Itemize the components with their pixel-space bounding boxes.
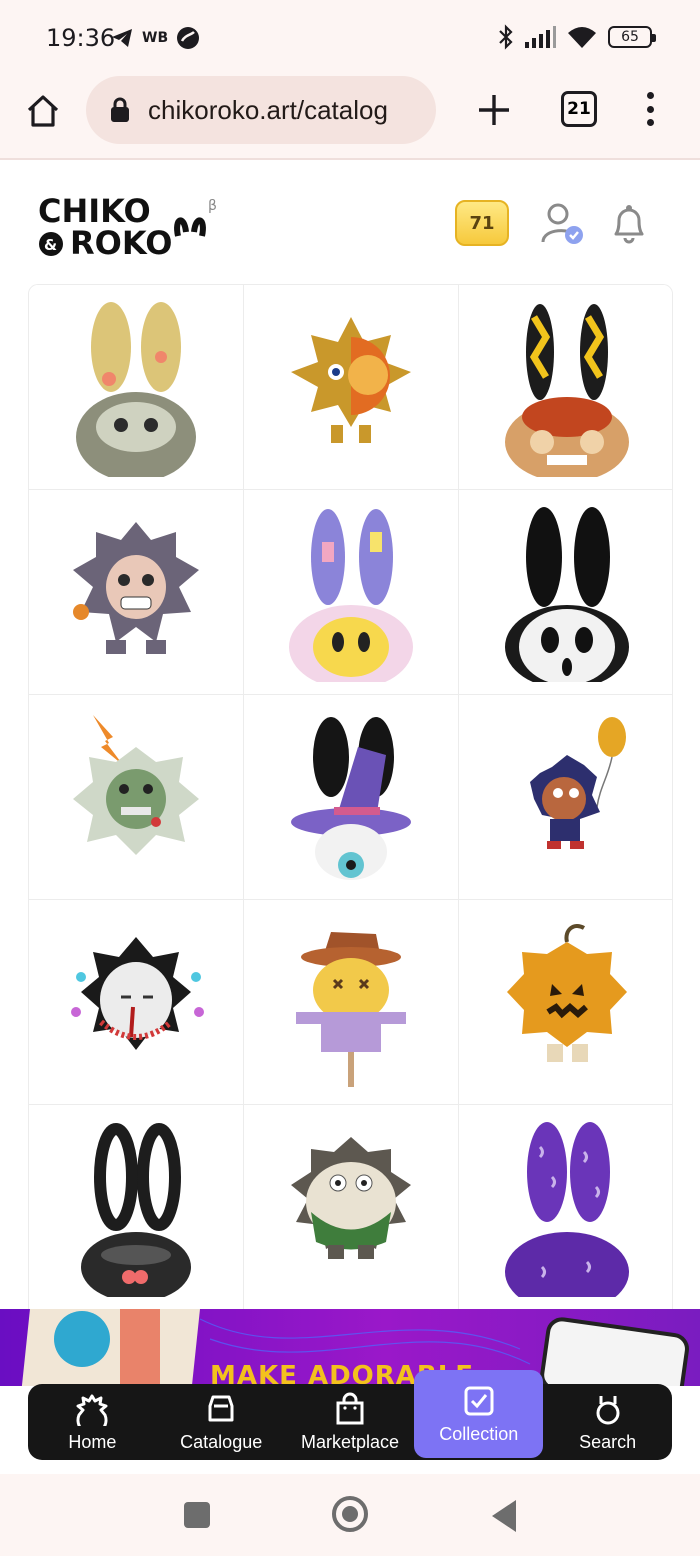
catalog-item[interactable] [459,285,672,490]
browser-home-button[interactable] [22,90,64,132]
catalog-item[interactable] [244,900,459,1105]
more-vert-icon[interactable] [640,92,660,126]
purple-pattern-bunny-toy [504,1122,629,1297]
status-time: 19:36 [46,24,116,52]
android-home-button[interactable] [332,1496,368,1532]
bluetooth-icon [499,24,513,50]
back-button[interactable] [492,1500,516,1532]
svg-text:&: & [44,236,57,254]
black-bunny-red-heart-toy [81,1123,191,1297]
catalog-item[interactable] [29,695,244,900]
tabs-button[interactable]: 21 [561,91,597,127]
new-tab-button[interactable] [474,90,514,130]
bottom-nav-wrap: Home Catalogue Marketplace Collection Se… [0,1370,700,1474]
home-icon [27,95,59,127]
golden-sun-half-skull-toy [291,317,411,443]
nav-collection[interactable]: Collection [414,1370,544,1458]
nav-search-label: Search [579,1431,637,1452]
pastel-smiley-bunny-toy [289,509,413,682]
lock-icon [111,97,129,122]
site-header: CHIKO & ROKO β 71 [0,160,700,284]
url-bar[interactable]: chikoroko.art/catalog [86,76,436,144]
catalog-grid [28,284,673,1310]
nav-search[interactable]: Search [543,1384,672,1460]
catalog-item[interactable] [244,1105,459,1310]
lightning-zombie-toy [73,715,199,855]
catalog-item[interactable] [459,490,672,695]
wifi-icon [568,27,596,48]
status-left-icons: WB [110,26,200,50]
coin-badge[interactable]: 71 [455,200,509,246]
nav-catalogue[interactable]: Catalogue [157,1384,286,1460]
bottom-nav: Home Catalogue Marketplace Collection Se… [28,1370,672,1460]
nav-catalogue-label: Catalogue [180,1431,263,1452]
home-hedgehog-icon [76,1394,108,1426]
bloody-tear-white-toy [71,937,204,1050]
promo-banner[interactable]: MAKE ADORABLE [0,1309,700,1389]
collection-check-icon [464,1386,494,1415]
telegram-icon [112,29,132,47]
catalog-item[interactable] [459,1105,672,1310]
catalogue-icon [208,1395,234,1421]
catalog-item[interactable] [459,900,672,1105]
beta-mark: β [208,198,217,214]
catalog-item[interactable] [29,900,244,1105]
android-nav-bar [0,1474,700,1556]
nav-marketplace-label: Marketplace [300,1431,400,1452]
catalog-item[interactable] [29,490,244,695]
pumpkin-jack-toy [506,923,627,1062]
nav-home-label: Home [68,1431,117,1452]
signal-icon [525,26,556,48]
search-bunny-icon [596,1395,620,1424]
balloon-kid-toy [529,717,626,849]
catalog-item[interactable] [29,1105,244,1310]
verified-user-icon[interactable] [540,202,586,246]
catalog-item[interactable] [244,695,459,900]
owl-hedgehog-toy [291,1137,411,1259]
sync-icon [177,27,200,49]
wheat-flower-bunny-toy [76,302,196,477]
url-text: chikoroko.art/catalog [148,94,388,125]
recents-button[interactable] [184,1502,210,1528]
chiko-roko-logo[interactable]: CHIKO & ROKO β [38,188,228,258]
ghostface-bunny-toy [504,507,629,682]
catalog-item[interactable] [29,285,244,490]
browser-toolbar: chikoroko.art/catalog 21 [0,76,700,160]
yellow-ear-ornate-mask-bunny-toy [504,304,629,477]
nav-marketplace[interactable]: Marketplace [286,1384,415,1460]
battery-icon: 65 [608,26,656,48]
svg-text:ROKO: ROKO [70,224,172,258]
purple-cat-hood-toy [73,522,199,654]
witch-hat-bunny-toy [291,717,411,880]
carrier-tag: WB [142,30,169,46]
status-right-icons: 65 [498,24,656,50]
catalog-item[interactable] [244,490,459,695]
bell-icon[interactable] [610,202,648,244]
catalog-item[interactable] [459,695,672,900]
nav-collection-label: Collection [439,1423,519,1444]
scarecrow-toy [296,932,406,1087]
nav-home[interactable]: Home [28,1384,157,1460]
catalog-item[interactable] [244,285,459,490]
shopping-bag-icon [336,1392,364,1424]
status-bar: 19:36 WB 65 [0,0,700,76]
